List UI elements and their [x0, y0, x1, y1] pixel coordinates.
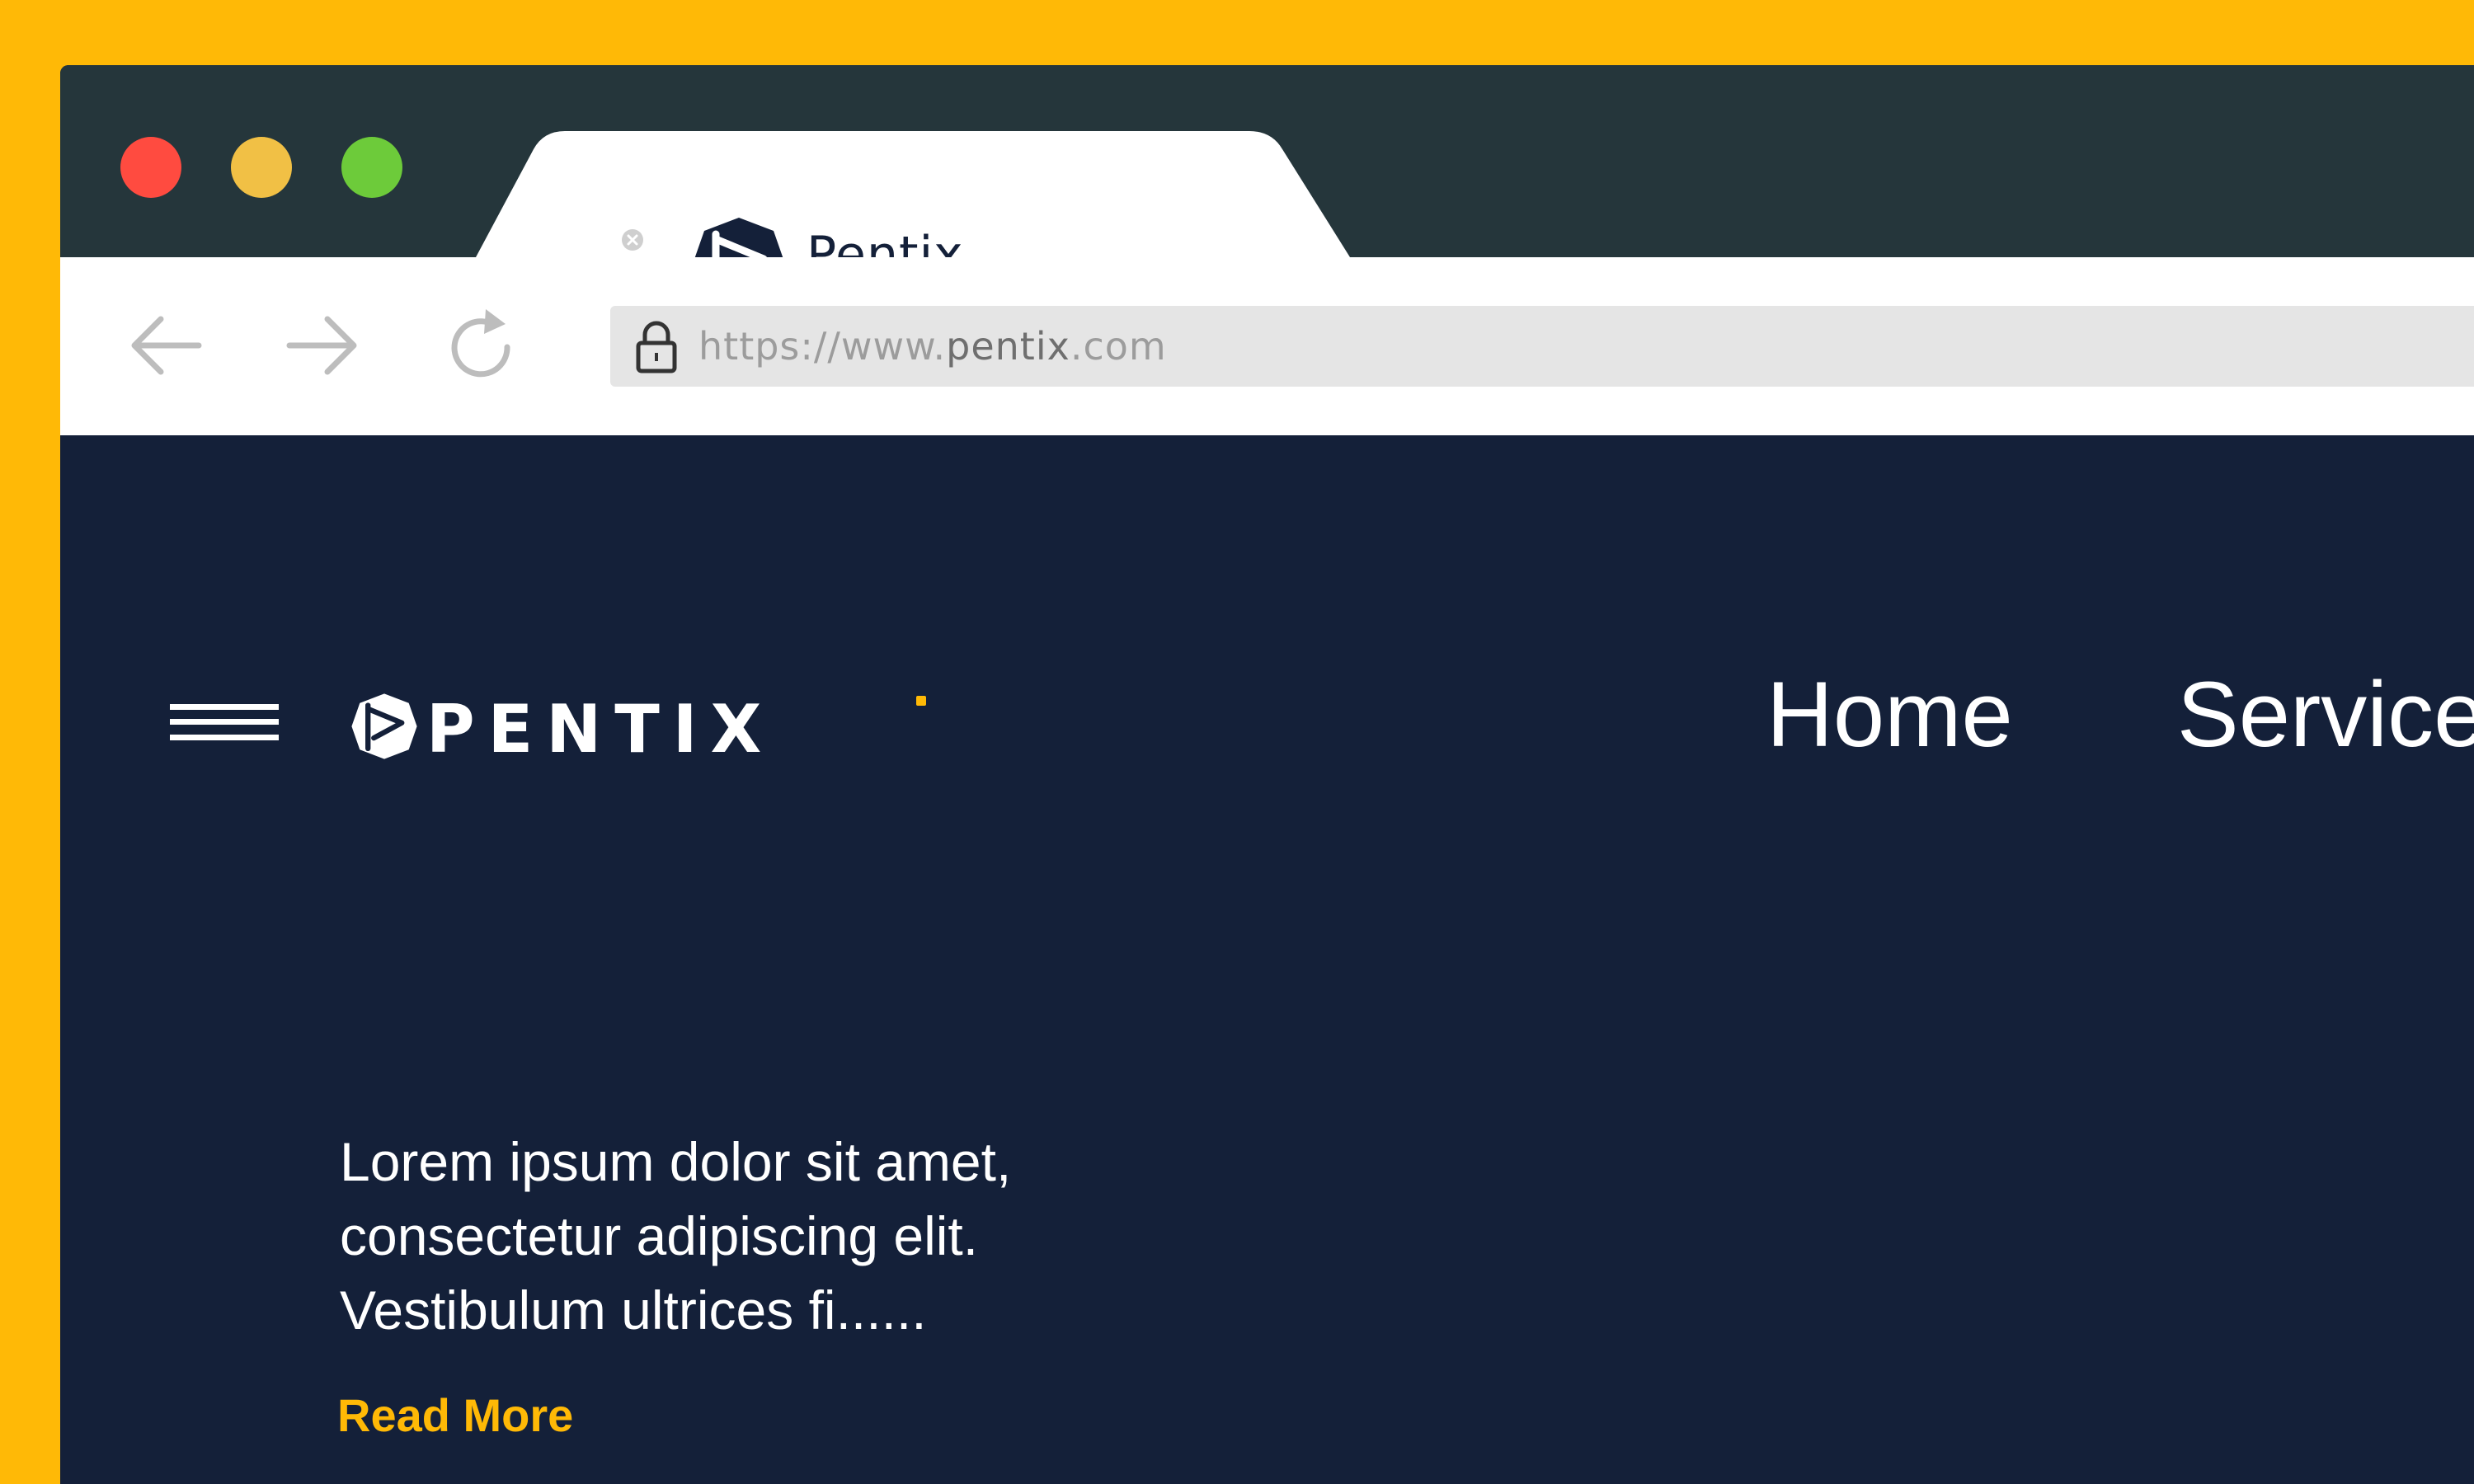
pentix-logo-icon — [351, 693, 417, 759]
reload-icon[interactable] — [441, 304, 524, 387]
hero-line: Vestibulum ultrices fi...... — [340, 1280, 927, 1341]
read-more-link[interactable]: Read More — [337, 1388, 573, 1443]
nav-home[interactable]: Home — [1766, 660, 2013, 770]
arrow-left-icon[interactable] — [125, 304, 207, 387]
url-suffix: .com — [1070, 324, 1167, 369]
tab-pentix[interactable]: Pentix — [476, 131, 1350, 310]
url-prefix: https://www. — [698, 324, 947, 369]
browser-window: Pentix https://www.pentix.com PENTIX Hom… — [60, 65, 2474, 1484]
hero-line: Lorem ipsum dolor sit amet, — [340, 1131, 1012, 1192]
address-bar[interactable]: https://www.pentix.com — [610, 306, 2474, 387]
url-host: pentix — [946, 324, 1070, 369]
hero-line: consectetur adipiscing elit. — [340, 1205, 979, 1266]
close-window-button[interactable] — [120, 137, 181, 198]
close-icon[interactable] — [621, 228, 644, 251]
logo-accent-dot — [916, 696, 926, 706]
hamburger-menu-icon[interactable] — [170, 704, 279, 745]
minimize-window-button[interactable] — [231, 137, 292, 198]
maximize-window-button[interactable] — [341, 137, 402, 198]
site-logo[interactable]: PENTIX — [350, 691, 926, 768]
title-bar: Pentix — [60, 65, 2474, 310]
logo-text: PENTIX — [426, 691, 775, 768]
url-text[interactable]: https://www.pentix.com — [698, 324, 1167, 369]
nav-services[interactable]: Service — [2177, 660, 2474, 770]
lock-icon — [636, 321, 677, 373]
arrow-right-icon[interactable] — [281, 304, 364, 387]
web-page: PENTIX Home Service Lorem ipsum dolor si… — [60, 435, 2474, 1484]
hero-description: Lorem ipsum dolor sit amet, consectetur … — [340, 1125, 1164, 1347]
